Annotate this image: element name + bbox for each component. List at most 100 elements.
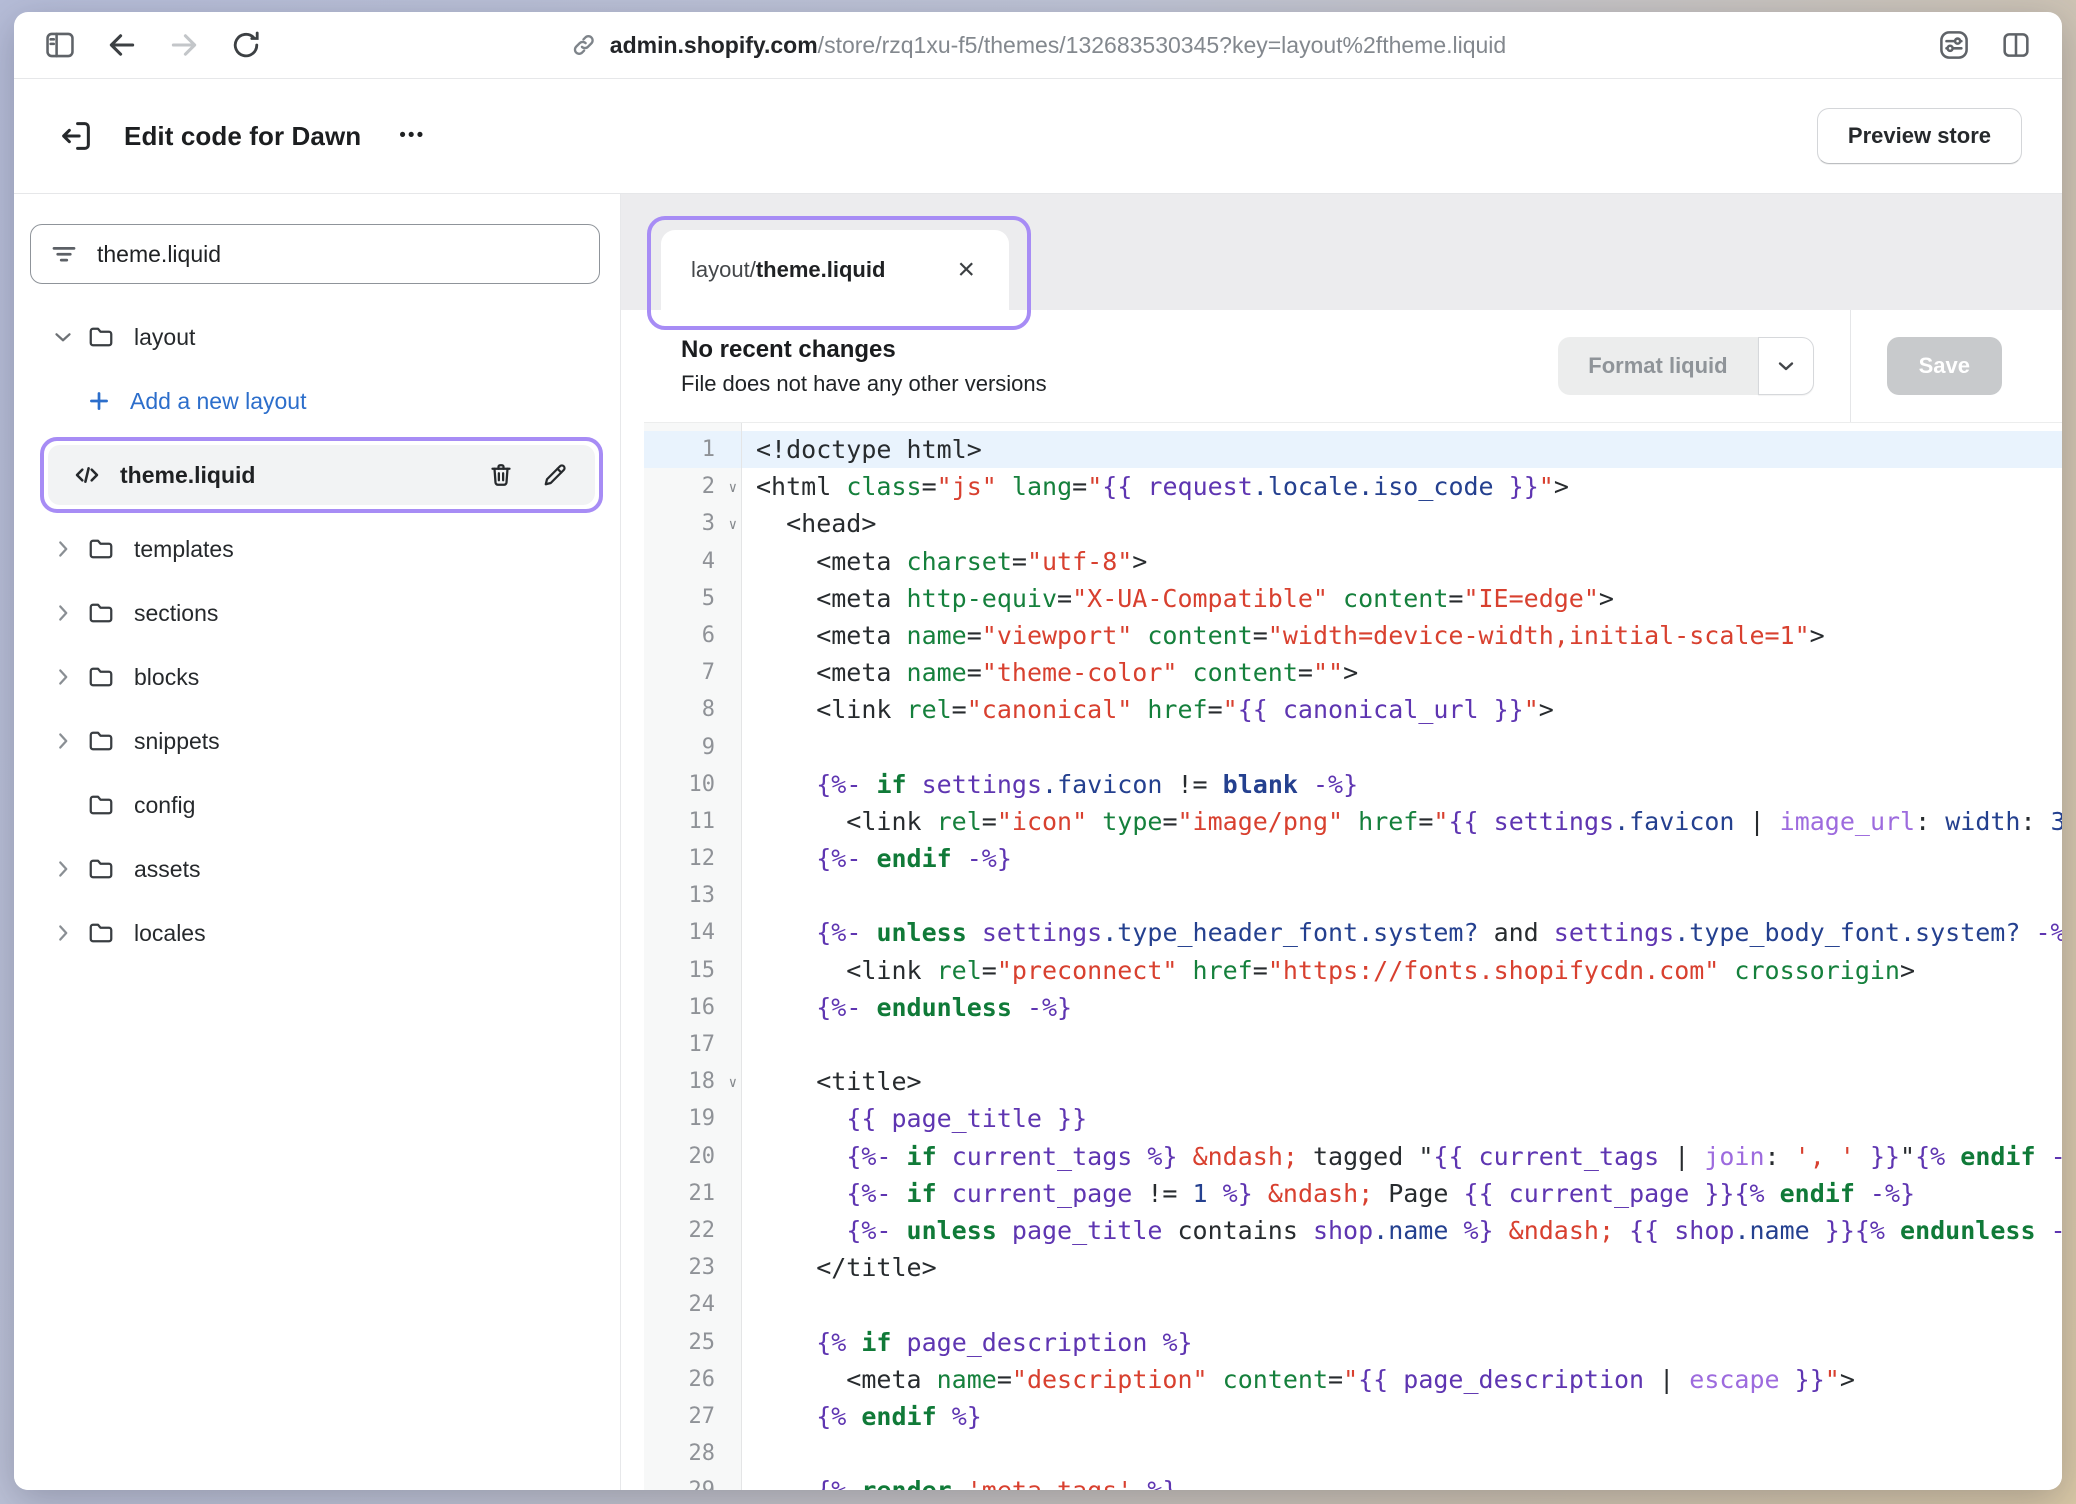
folder-row-blocks[interactable]: blocks [14,645,620,709]
code-line[interactable]: <link rel="icon" type="image/png" href="… [742,803,2062,840]
line-number[interactable]: 22 [644,1212,741,1249]
file-sidebar: layout Add a new layout [14,194,621,1490]
browser-settings-icon[interactable] [1934,25,1974,65]
chevron-down-icon [48,322,78,352]
search-input[interactable] [95,240,581,269]
exit-icon[interactable] [54,114,98,158]
code-line[interactable] [742,1435,2062,1472]
code-line[interactable] [742,1286,2062,1323]
code-line[interactable]: {{ page_title }} [742,1100,2062,1137]
line-number[interactable]: 23 [644,1249,741,1286]
code-line[interactable] [742,1026,2062,1063]
line-number[interactable]: 20 [644,1138,741,1175]
save-button[interactable]: Save [1887,337,2002,395]
line-number[interactable]: 6 [644,617,741,654]
line-number[interactable]: 7 [644,654,741,691]
code-line[interactable]: <title> [742,1063,2062,1100]
folder-row-snippets[interactable]: snippets [14,709,620,773]
line-number[interactable]: 9 [644,729,741,766]
fold-icon[interactable]: ∨ [729,470,737,507]
overflow-menu-button[interactable]: ••• [391,119,433,153]
code-line[interactable]: <meta name="theme-color" content=""> [742,654,2062,691]
toolbar-divider [1850,310,1851,422]
folder-row-layout[interactable]: layout [14,305,620,369]
line-number[interactable]: 13 [644,877,741,914]
line-number[interactable]: 24 [644,1286,741,1323]
line-number[interactable]: 29 [644,1472,741,1490]
folder-row-sections[interactable]: sections [14,581,620,645]
folder-icon [84,532,118,566]
line-number[interactable]: 11 [644,803,741,840]
rename-file-icon[interactable] [537,457,573,493]
code-line[interactable]: <link rel="canonical" href="{{ canonical… [742,691,2062,728]
folder-row-locales[interactable]: locales [14,901,620,965]
code-line[interactable]: <meta http-equiv="X-UA-Compatible" conte… [742,580,2062,617]
code-line[interactable]: {%- endunless -%} [742,989,2062,1026]
line-number[interactable]: 26 [644,1361,741,1398]
editor-main: layout/theme.liquid × No recent changes … [621,194,2062,1490]
address-bar[interactable]: admin.shopify.com/store/rzq1xu-f5/themes… [570,12,1506,78]
code-line[interactable]: {% render 'meta-tags' %} [742,1472,2062,1490]
fold-icon[interactable]: ∨ [729,507,737,544]
sidebar-toggle-icon[interactable] [40,25,80,65]
preview-store-button[interactable]: Preview store [1817,108,2022,164]
delete-file-icon[interactable] [483,457,519,493]
code-line[interactable]: {%- unless settings.type_header_font.sys… [742,914,2062,951]
code-line[interactable]: <!doctype html> [742,431,2062,468]
forward-icon[interactable] [164,25,204,65]
code-line[interactable]: {%- endif -%} [742,840,2062,877]
code-line[interactable]: <meta name="description" content="{{ pag… [742,1361,2062,1398]
line-number[interactable]: 5 [644,580,741,617]
back-icon[interactable] [102,25,142,65]
fold-icon[interactable]: ∨ [729,1065,737,1102]
code-line[interactable]: </title> [742,1249,2062,1286]
line-number[interactable]: 21 [644,1175,741,1212]
file-tree: layout Add a new layout [14,305,620,965]
line-number[interactable]: 12 [644,840,741,877]
code-line[interactable]: {%- if current_tags %} &ndash; tagged "{… [742,1138,2062,1175]
code-line[interactable] [742,877,2062,914]
folder-icon [84,916,118,950]
line-number[interactable]: 15 [644,952,741,989]
line-number[interactable]: 16 [644,989,741,1026]
folder-row-templates[interactable]: templates [14,517,620,581]
line-number[interactable]: 14 [644,914,741,951]
line-number[interactable]: 27 [644,1398,741,1435]
code-line[interactable] [742,729,2062,766]
line-number[interactable]: 8 [644,691,741,728]
format-liquid-button[interactable]: Format liquid [1558,337,1813,395]
split-view-icon[interactable] [1996,25,2036,65]
file-row-theme-liquid[interactable]: theme.liquid [48,445,595,505]
folder-row-config[interactable]: config [14,773,620,837]
line-number[interactable]: 1 [644,431,741,468]
code-line[interactable]: <head> [742,505,2062,542]
file-search[interactable] [30,224,600,284]
tab-theme-liquid[interactable]: layout/theme.liquid × [661,230,1009,310]
close-tab-icon[interactable]: × [953,253,979,287]
format-dropdown-button[interactable] [1758,337,1814,395]
page-title: Edit code for Dawn [124,121,361,152]
line-number[interactable]: 2∨ [644,468,741,505]
line-number[interactable]: 4 [644,543,741,580]
code-line[interactable]: <html class="js" lang="{{ request.locale… [742,468,2062,505]
code-line[interactable]: {%- if current_page != 1 %} &ndash; Page… [742,1175,2062,1212]
line-number[interactable]: 3∨ [644,505,741,542]
reload-icon[interactable] [226,25,266,65]
code-line[interactable]: {% if page_description %} [742,1324,2062,1361]
line-number[interactable]: 19 [644,1100,741,1137]
add-new-layout-link[interactable]: Add a new layout [14,369,620,433]
code-line[interactable]: <meta name="viewport" content="width=dev… [742,617,2062,654]
line-number[interactable]: 28 [644,1435,741,1472]
code-file-icon [70,458,104,492]
line-number[interactable]: 18∨ [644,1063,741,1100]
folder-label: config [134,792,195,819]
folder-row-assets[interactable]: assets [14,837,620,901]
code-line[interactable]: <meta charset="utf-8"> [742,543,2062,580]
code-line[interactable]: {% endif %} [742,1398,2062,1435]
line-number[interactable]: 17 [644,1026,741,1063]
line-number[interactable]: 25 [644,1324,741,1361]
code-line[interactable]: <link rel="preconnect" href="https://fon… [742,952,2062,989]
line-number[interactable]: 10 [644,766,741,803]
code-line[interactable]: {%- unless page_title contains shop.name… [742,1212,2062,1249]
code-line[interactable]: {%- if settings.favicon != blank -%} [742,766,2062,803]
